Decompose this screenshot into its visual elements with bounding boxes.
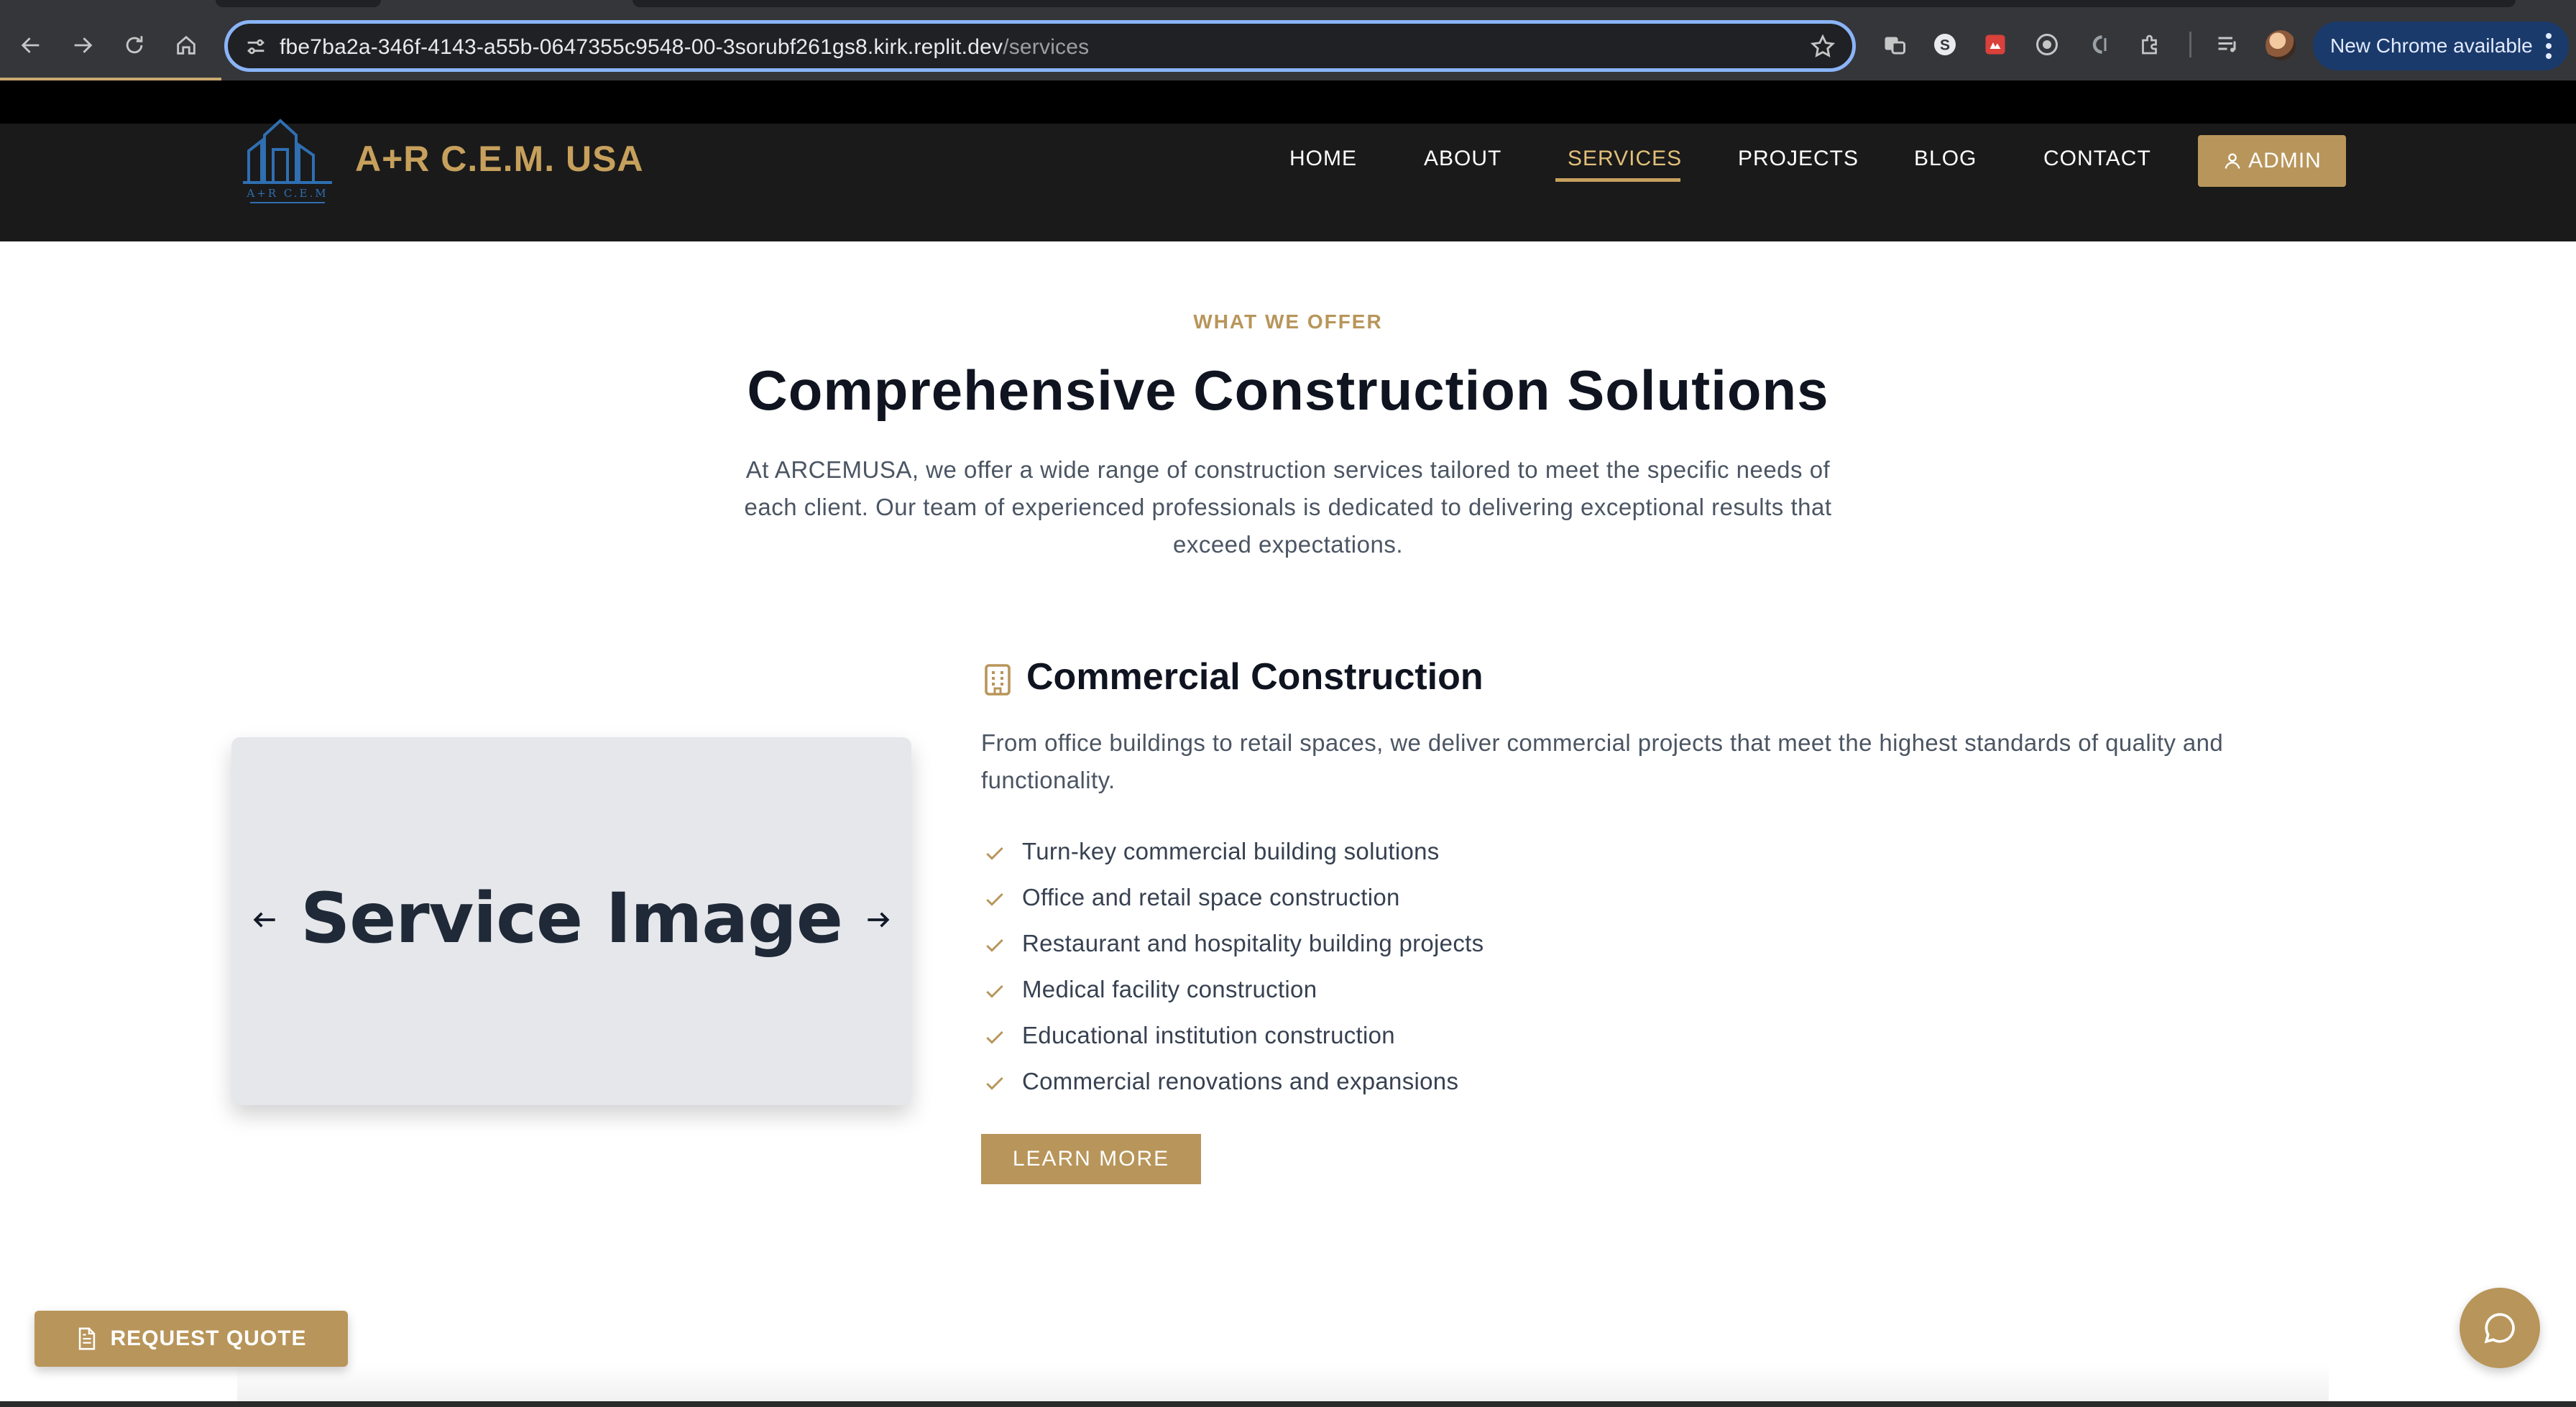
service-image-placeholder: Service Image [300,878,843,959]
viewport-bottom-edge [0,1401,2576,1407]
site-settings-icon[interactable] [244,34,268,59]
media-queue-icon[interactable] [2212,29,2244,60]
feature-list: Turn-key commercial building solutions O… [982,835,1484,1111]
extension-target-icon[interactable] [2031,29,2063,60]
request-quote-button[interactable]: REQUEST QUOTE [34,1311,348,1367]
feature-text: Educational institution construction [1022,1022,1395,1048]
building-icon [985,664,1011,696]
feature-text: Restaurant and hospitality building proj… [1022,930,1484,956]
list-item: Commercial renovations and expansions [982,1065,1484,1111]
nav-services[interactable]: SERVICES [1568,147,1682,171]
extensions-puzzle-icon[interactable] [2135,29,2166,60]
nav-home[interactable]: HOME [1289,147,1357,171]
extension-c-icon[interactable] [2083,29,2115,60]
profile-avatar[interactable] [2266,30,2296,60]
feature-text: Office and retail space construction [1022,884,1400,910]
check-icon [986,938,1003,952]
list-item: Office and retail space construction [982,881,1484,927]
browser-toolbar: fbe7ba2a-346f-4143-a55b-0647355c9548-00-… [0,0,2576,82]
section-shadow [237,1362,2329,1403]
address-bar[interactable]: fbe7ba2a-346f-4143-a55b-0647355c9548-00-… [224,20,1856,72]
carousel-next-arrow-icon[interactable] [862,904,894,936]
reload-icon [126,36,143,54]
service-description: From office buildings to retail spaces, … [981,729,2224,793]
forward-arrow-icon [74,37,93,53]
list-item: Turn-key commercial building solutions [982,835,1484,881]
intro-paragraph: At ARCEMUSA, we offer a wide range of co… [744,456,1832,558]
tab-edge [216,0,381,7]
nav-about[interactable]: ABOUT [1424,147,1501,171]
list-item: Medical facility construction [982,973,1484,1019]
brand-name[interactable]: A+R C.E.M. USA [355,138,644,180]
update-label: New Chrome available [2330,34,2533,57]
page-title: Comprehensive Construction Solutions [747,359,1829,422]
extension-red-icon[interactable] [1979,29,2011,60]
chrome-update-button[interactable]: New Chrome available [2313,22,2569,70]
feature-text: Medical facility construction [1022,976,1317,1002]
chat-bubble-icon [2484,1313,2515,1344]
nav-blog[interactable]: BLOG [1914,147,1977,171]
feature-text: Turn-key commercial building solutions [1022,838,1440,864]
learn-more-button[interactable]: LEARN MORE [981,1134,1201,1184]
check-icon [986,846,1003,860]
check-icon [986,1076,1003,1090]
logo-caption: A+R C.E.M [246,187,328,200]
back-button[interactable] [10,24,52,66]
home-icon [177,35,196,55]
forward-button[interactable] [62,24,104,66]
nav-active-underline [1555,178,1680,182]
extension-translate-icon[interactable] [1879,29,1910,60]
service-image-carousel: Service Image [231,737,911,1105]
address-url: fbe7ba2a-346f-4143-a55b-0647355c9548-00-… [280,35,1089,60]
user-icon [2225,153,2240,169]
company-logo[interactable]: A+R C.E.M [237,108,338,208]
extension-s-icon[interactable]: S [1929,29,1961,60]
request-quote-label: REQUEST QUOTE [110,1327,307,1350]
admin-label: ADMIN [2248,149,2322,172]
admin-button[interactable]: ADMIN [2198,135,2346,187]
nav-projects[interactable]: PROJECTS [1738,147,1859,171]
check-icon [986,1030,1003,1044]
bookmark-star-icon[interactable] [1809,33,1836,60]
tab-edge [632,0,2516,7]
chat-button[interactable] [2460,1288,2540,1368]
svg-text:S: S [1940,37,1950,54]
service-title: Commercial Construction [1026,656,1484,698]
back-arrow-icon [21,37,40,53]
more-menu-icon [2546,33,2552,59]
url-host: fbe7ba2a-346f-4143-a55b-0647355c9548-00-… [280,35,1003,59]
url-path: /services [1003,35,1090,59]
home-button[interactable] [165,24,207,66]
list-item: Restaurant and hospitality building proj… [982,927,1484,973]
section-eyebrow: WHAT WE OFFER [1193,310,1383,333]
toolbar-divider [2189,32,2191,57]
top-bar [0,80,2576,124]
feature-text: Commercial renovations and expansions [1022,1068,1459,1094]
reload-button[interactable] [114,24,155,66]
list-item: Educational institution construction [982,1019,1484,1065]
check-icon [986,892,1003,906]
nav-contact[interactable]: CONTACT [2043,147,2151,171]
document-icon [79,1327,96,1350]
check-icon [986,984,1003,998]
